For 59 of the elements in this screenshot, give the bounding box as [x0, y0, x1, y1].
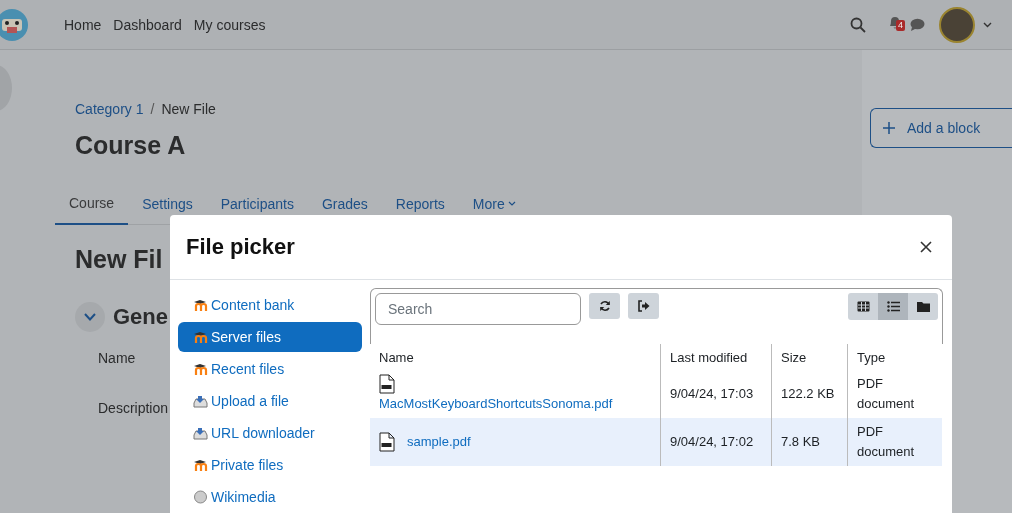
- table-cell: 7.8 KB: [771, 418, 848, 466]
- repository-item[interactable]: URL downloader: [178, 418, 362, 448]
- add-block-button[interactable]: Add a block: [870, 108, 1012, 148]
- breadcrumb-current: New File: [161, 101, 216, 117]
- repository-item[interactable]: Content bank: [178, 290, 362, 320]
- repository-item[interactable]: Upload a file: [178, 386, 362, 416]
- caret-icon[interactable]: [983, 21, 992, 28]
- table-cell: PDF document: [847, 418, 942, 466]
- form-label: Description: [98, 400, 169, 416]
- course-tab[interactable]: Course: [55, 186, 129, 225]
- section-title: Gene: [113, 304, 169, 330]
- breadcrumb-link[interactable]: Category 1: [75, 101, 144, 117]
- close-icon: [920, 241, 932, 253]
- repository-item[interactable]: Recent files: [178, 354, 362, 384]
- course-tab[interactable]: More: [458, 186, 530, 224]
- upload-tray-icon: [193, 426, 208, 440]
- pdf-file-icon: [379, 374, 395, 394]
- moodle-hat-icon: [193, 363, 208, 375]
- plus-icon: [883, 122, 895, 134]
- dialog-title: File picker: [186, 234, 295, 260]
- table-cell: 9/04/24, 17:02: [660, 418, 772, 466]
- moodle-hat-icon: [193, 459, 208, 471]
- collapse-toggle[interactable]: [75, 302, 105, 332]
- search-field[interactable]: Search: [375, 293, 581, 325]
- pdf-file-icon: [379, 432, 395, 452]
- search-icon[interactable]: [850, 16, 866, 33]
- column-header[interactable]: Name: [370, 344, 661, 370]
- course-title: Course A: [75, 131, 187, 160]
- refresh-button[interactable]: [589, 293, 620, 319]
- file-link[interactable]: MacMostKeyboardShortcutsSonoma.pdf: [379, 394, 613, 414]
- grid-icon: [856, 301, 870, 312]
- form-label: Name: [98, 350, 136, 366]
- repository-item[interactable]: Server files: [178, 322, 362, 352]
- refresh-icon: [598, 300, 611, 312]
- repository-item[interactable]: Wikimedia: [178, 482, 362, 512]
- moodle-hat-icon: [193, 331, 208, 343]
- nav-link[interactable]: Home: [64, 16, 102, 33]
- avatar[interactable]: [939, 6, 975, 43]
- repository-item[interactable]: Private files: [178, 450, 362, 480]
- view-mode-button[interactable]: [908, 293, 938, 320]
- upload-tray-icon: [193, 394, 208, 408]
- view-mode-button[interactable]: [878, 293, 908, 320]
- moodle-hat-icon: [193, 299, 208, 311]
- column-header[interactable]: Type: [847, 344, 942, 370]
- nav-link[interactable]: Dashboard: [113, 16, 182, 33]
- logout-icon: [637, 300, 650, 312]
- column-header[interactable]: Size: [771, 344, 848, 370]
- file-link[interactable]: sample.pdf: [407, 432, 471, 452]
- page-heading: New Fil: [75, 245, 163, 274]
- chat-bubble-icon[interactable]: [910, 18, 925, 31]
- list-icon: [886, 301, 900, 312]
- breadcrumb-separator: /: [150, 101, 155, 117]
- notification-count: 4: [896, 20, 905, 31]
- column-header[interactable]: Last modified: [660, 344, 772, 370]
- caret-icon: [507, 201, 516, 206]
- nav-link[interactable]: My courses: [193, 16, 266, 33]
- folder-icon: [916, 301, 930, 312]
- view-mode-button[interactable]: [848, 293, 878, 320]
- logout-button[interactable]: [628, 293, 659, 319]
